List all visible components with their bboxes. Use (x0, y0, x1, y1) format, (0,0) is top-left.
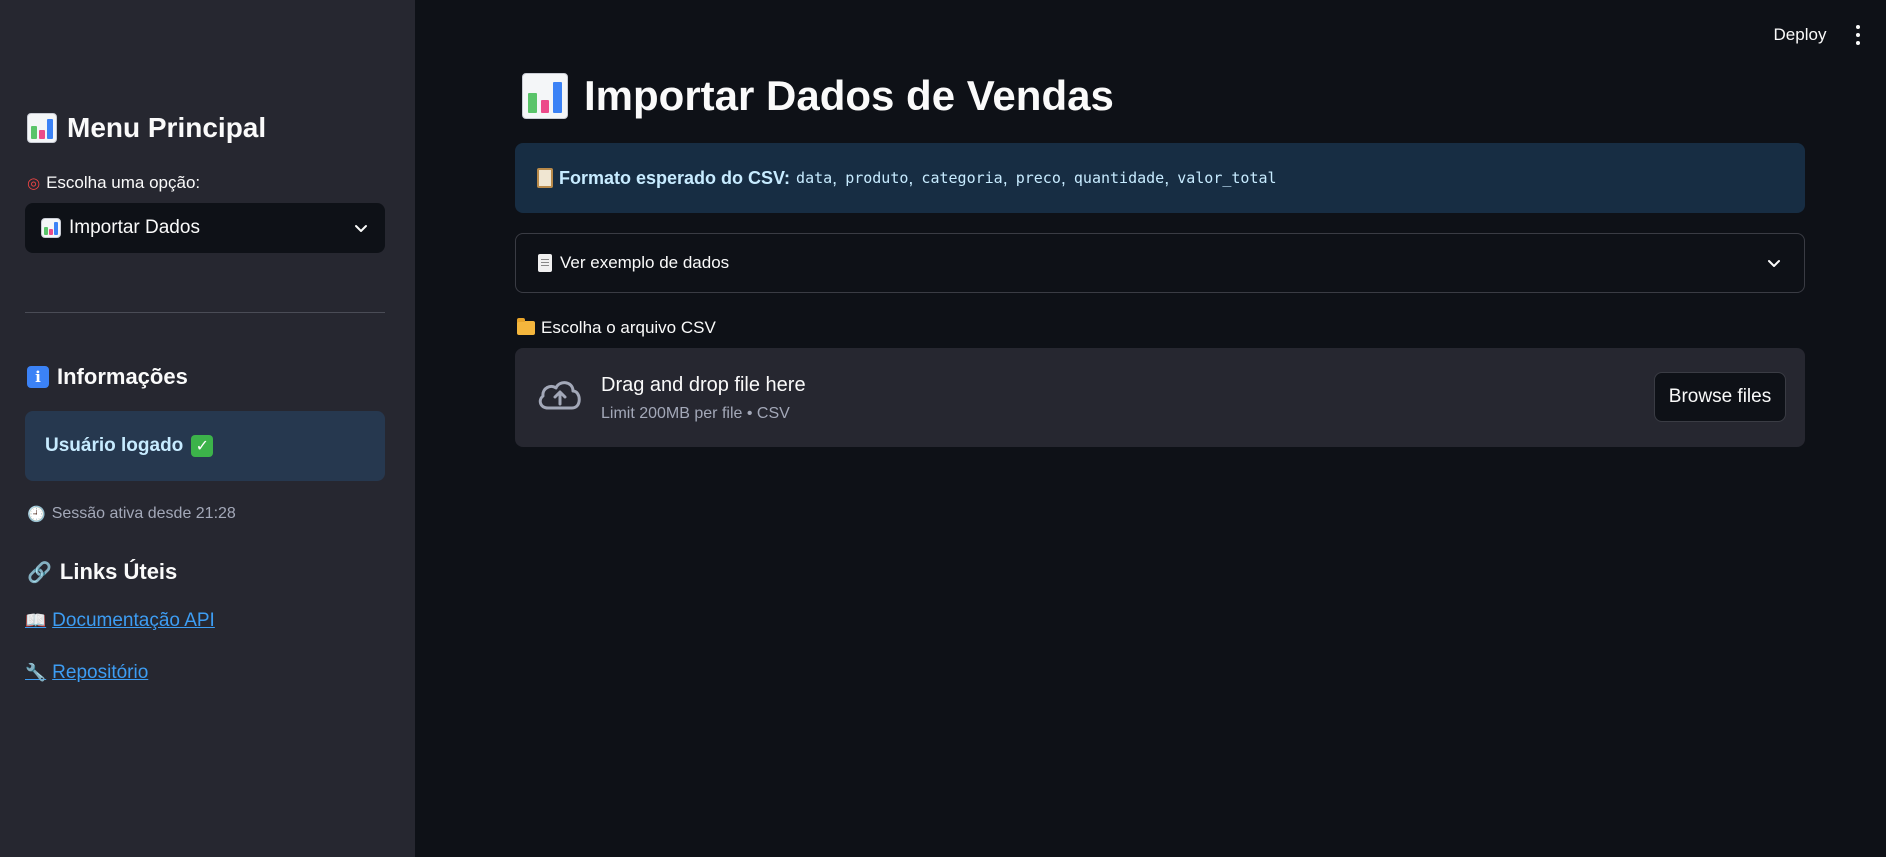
sidebar-title: Menu Principal (27, 112, 266, 144)
links-heading-text: Links Úteis (59, 559, 178, 584)
sidebar: Menu Principal ◎ Escolha uma opção: Impo… (0, 0, 415, 857)
target-icon: ◎ (27, 175, 41, 192)
select-value: Importar Dados (41, 217, 353, 239)
cloud-upload-icon (538, 381, 581, 410)
login-status-box: Usuário logado ✓ (25, 411, 385, 481)
links-heading: 🔗 Links Úteis (27, 559, 177, 585)
csv-column: data (796, 169, 833, 187)
select-label-text: Escolha uma opção: (46, 173, 201, 192)
csv-column: quantidade (1073, 169, 1165, 187)
uploader-label-text: Escolha o arquivo CSV (541, 318, 716, 337)
select-value-text: Importar Dados (69, 217, 200, 238)
folder-icon (517, 318, 535, 335)
csv-column: valor_total (1177, 169, 1277, 187)
csv-column: produto (845, 169, 909, 187)
link-repository-text: Repositório (52, 662, 149, 683)
csv-format-info: Formato esperado do CSV: data, produto, … (515, 143, 1805, 213)
kebab-dot (1856, 33, 1860, 37)
bar-chart-icon (27, 113, 57, 143)
option-select[interactable]: Importar Dados (25, 203, 385, 253)
dropzone-limit: Limit 200MB per file • CSV (601, 405, 790, 422)
page-title: Importar Dados de Vendas (522, 72, 1114, 120)
check-icon: ✓ (191, 435, 214, 457)
info-icon: i (27, 366, 49, 388)
login-status-text: Usuário logado (45, 435, 184, 456)
clipboard-icon (537, 168, 553, 188)
link-api-docs-text: Documentação API (52, 610, 215, 631)
session-info: 🕘 Sessão ativa desde 21:28 (27, 505, 236, 523)
file-dropzone[interactable]: Drag and drop file here Limit 200MB per … (515, 348, 1805, 447)
wrench-icon: 🔧 (25, 663, 47, 682)
app: Menu Principal ◎ Escolha uma opção: Impo… (0, 0, 1886, 857)
chevron-down-icon (355, 225, 367, 232)
clock-icon: 🕘 (27, 506, 46, 523)
csv-column: preco (1015, 169, 1061, 187)
csv-column: categoria (921, 169, 1003, 187)
expander-header: Ver exemplo de dados (538, 253, 1766, 273)
uploader-label: Escolha o arquivo CSV (517, 318, 716, 338)
bar-chart-icon (522, 73, 568, 119)
deploy-button[interactable]: Deploy (1760, 20, 1840, 50)
session-text: Sessão ativa desde 21:28 (51, 505, 236, 522)
dropzone-instructions: Drag and drop file here (601, 374, 806, 396)
info-heading-text: Informações (57, 364, 188, 389)
select-label: ◎ Escolha uma opção: (27, 173, 200, 193)
bar-chart-icon (41, 218, 61, 238)
main-menu-button[interactable] (1848, 22, 1868, 48)
link-icon: 🔗 (27, 561, 52, 584)
info-heading: i Informações (27, 364, 188, 390)
csv-format-label: Formato esperado do CSV: (559, 167, 791, 188)
sample-data-expander[interactable]: Ver exemplo de dados (515, 233, 1805, 293)
kebab-dot (1856, 41, 1860, 45)
link-api-docs[interactable]: 📖 Documentação API (25, 610, 215, 632)
book-icon: 📖 (25, 611, 47, 630)
page-title-text: Importar Dados de Vendas (584, 72, 1114, 119)
browse-files-button[interactable]: Browse files (1654, 372, 1786, 422)
sidebar-title-text: Menu Principal (67, 112, 267, 143)
link-repository[interactable]: 🔧 Repositório (25, 662, 148, 684)
expander-label: Ver exemplo de dados (560, 253, 730, 272)
chevron-down-icon (1768, 260, 1780, 267)
document-icon (538, 254, 552, 272)
kebab-dot (1856, 25, 1860, 29)
sidebar-divider (25, 312, 385, 313)
